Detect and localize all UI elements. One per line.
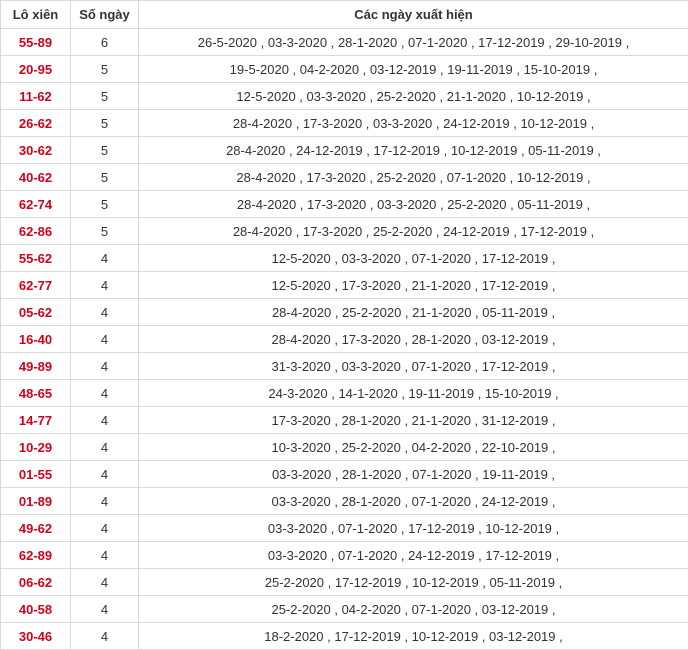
day-count-cell: 4 (71, 623, 139, 650)
table-row: 30-46418-2-2020 , 17-12-2019 , 10-12-201… (1, 623, 688, 650)
day-count-cell: 5 (71, 164, 139, 191)
header-lo-xien: Lô xiên (1, 1, 71, 29)
pair-cell: 48-65 (1, 380, 71, 407)
pair-cell: 40-62 (1, 164, 71, 191)
dates-cell: 03-3-2020 , 07-1-2020 , 17-12-2019 , 10-… (139, 515, 688, 542)
table-row: 01-55403-3-2020 , 28-1-2020 , 07-1-2020 … (1, 461, 688, 488)
dates-cell: 26-5-2020 , 03-3-2020 , 28-1-2020 , 07-1… (139, 29, 688, 56)
day-count-cell: 5 (71, 191, 139, 218)
table-row: 40-62528-4-2020 , 17-3-2020 , 25-2-2020 … (1, 164, 688, 191)
table-body: 55-89626-5-2020 , 03-3-2020 , 28-1-2020 … (1, 29, 688, 650)
pair-cell: 62-86 (1, 218, 71, 245)
pair-cell: 62-77 (1, 272, 71, 299)
pair-cell: 01-89 (1, 488, 71, 515)
pair-cell: 55-62 (1, 245, 71, 272)
dates-cell: 17-3-2020 , 28-1-2020 , 21-1-2020 , 31-1… (139, 407, 688, 434)
pair-cell: 55-89 (1, 29, 71, 56)
pair-cell: 06-62 (1, 569, 71, 596)
table-row: 62-77412-5-2020 , 17-3-2020 , 21-1-2020 … (1, 272, 688, 299)
day-count-cell: 4 (71, 542, 139, 569)
table-row: 10-29410-3-2020 , 25-2-2020 , 04-2-2020 … (1, 434, 688, 461)
pair-cell: 01-55 (1, 461, 71, 488)
table-row: 14-77417-3-2020 , 28-1-2020 , 21-1-2020 … (1, 407, 688, 434)
day-count-cell: 4 (71, 461, 139, 488)
table-row: 01-89403-3-2020 , 28-1-2020 , 07-1-2020 … (1, 488, 688, 515)
day-count-cell: 5 (71, 83, 139, 110)
dates-cell: 19-5-2020 , 04-2-2020 , 03-12-2019 , 19-… (139, 56, 688, 83)
pair-cell: 16-40 (1, 326, 71, 353)
dates-cell: 25-2-2020 , 04-2-2020 , 07-1-2020 , 03-1… (139, 596, 688, 623)
dates-cell: 28-4-2020 , 17-3-2020 , 25-2-2020 , 24-1… (139, 218, 688, 245)
day-count-cell: 5 (71, 137, 139, 164)
day-count-cell: 4 (71, 353, 139, 380)
pair-cell: 10-29 (1, 434, 71, 461)
table-row: 20-95519-5-2020 , 04-2-2020 , 03-12-2019… (1, 56, 688, 83)
dates-cell: 31-3-2020 , 03-3-2020 , 07-1-2020 , 17-1… (139, 353, 688, 380)
dates-cell: 28-4-2020 , 17-3-2020 , 25-2-2020 , 07-1… (139, 164, 688, 191)
dates-cell: 28-4-2020 , 17-3-2020 , 03-3-2020 , 24-1… (139, 110, 688, 137)
day-count-cell: 4 (71, 434, 139, 461)
lo-xien-table: Lô xiên Số ngày Các ngày xuất hiện 55-89… (0, 0, 688, 650)
dates-cell: 10-3-2020 , 25-2-2020 , 04-2-2020 , 22-1… (139, 434, 688, 461)
day-count-cell: 4 (71, 515, 139, 542)
table-row: 48-65424-3-2020 , 14-1-2020 , 19-11-2019… (1, 380, 688, 407)
table-row: 11-62512-5-2020 , 03-3-2020 , 25-2-2020 … (1, 83, 688, 110)
dates-cell: 24-3-2020 , 14-1-2020 , 19-11-2019 , 15-… (139, 380, 688, 407)
dates-cell: 03-3-2020 , 07-1-2020 , 24-12-2019 , 17-… (139, 542, 688, 569)
day-count-cell: 4 (71, 272, 139, 299)
dates-cell: 28-4-2020 , 25-2-2020 , 21-1-2020 , 05-1… (139, 299, 688, 326)
table-row: 55-89626-5-2020 , 03-3-2020 , 28-1-2020 … (1, 29, 688, 56)
header-so-ngay: Số ngày (71, 1, 139, 29)
dates-cell: 25-2-2020 , 17-12-2019 , 10-12-2019 , 05… (139, 569, 688, 596)
day-count-cell: 5 (71, 56, 139, 83)
dates-cell: 28-4-2020 , 17-3-2020 , 28-1-2020 , 03-1… (139, 326, 688, 353)
pair-cell: 49-62 (1, 515, 71, 542)
table-header: Lô xiên Số ngày Các ngày xuất hiện (1, 1, 688, 29)
day-count-cell: 4 (71, 380, 139, 407)
table-row: 40-58425-2-2020 , 04-2-2020 , 07-1-2020 … (1, 596, 688, 623)
pair-cell: 05-62 (1, 299, 71, 326)
day-count-cell: 4 (71, 407, 139, 434)
table-row: 30-62528-4-2020 , 24-12-2019 , 17-12-201… (1, 137, 688, 164)
pair-cell: 26-62 (1, 110, 71, 137)
day-count-cell: 5 (71, 110, 139, 137)
table-row: 62-89403-3-2020 , 07-1-2020 , 24-12-2019… (1, 542, 688, 569)
dates-cell: 12-5-2020 , 03-3-2020 , 25-2-2020 , 21-1… (139, 83, 688, 110)
pair-cell: 62-89 (1, 542, 71, 569)
day-count-cell: 6 (71, 29, 139, 56)
table-row: 06-62425-2-2020 , 17-12-2019 , 10-12-201… (1, 569, 688, 596)
dates-cell: 12-5-2020 , 03-3-2020 , 07-1-2020 , 17-1… (139, 245, 688, 272)
day-count-cell: 4 (71, 326, 139, 353)
day-count-cell: 5 (71, 218, 139, 245)
day-count-cell: 4 (71, 245, 139, 272)
pair-cell: 49-89 (1, 353, 71, 380)
dates-cell: 03-3-2020 , 28-1-2020 , 07-1-2020 , 19-1… (139, 461, 688, 488)
day-count-cell: 4 (71, 299, 139, 326)
table-row: 05-62428-4-2020 , 25-2-2020 , 21-1-2020 … (1, 299, 688, 326)
day-count-cell: 4 (71, 569, 139, 596)
pair-cell: 20-95 (1, 56, 71, 83)
day-count-cell: 4 (71, 596, 139, 623)
dates-cell: 12-5-2020 , 17-3-2020 , 21-1-2020 , 17-1… (139, 272, 688, 299)
table-row: 16-40428-4-2020 , 17-3-2020 , 28-1-2020 … (1, 326, 688, 353)
table-row: 62-86528-4-2020 , 17-3-2020 , 25-2-2020 … (1, 218, 688, 245)
dates-cell: 03-3-2020 , 28-1-2020 , 07-1-2020 , 24-1… (139, 488, 688, 515)
table-row: 49-89431-3-2020 , 03-3-2020 , 07-1-2020 … (1, 353, 688, 380)
pair-cell: 14-77 (1, 407, 71, 434)
table-row: 55-62412-5-2020 , 03-3-2020 , 07-1-2020 … (1, 245, 688, 272)
table-row: 49-62403-3-2020 , 07-1-2020 , 17-12-2019… (1, 515, 688, 542)
header-cac-ngay-xuat-hien: Các ngày xuất hiện (139, 1, 688, 29)
pair-cell: 40-58 (1, 596, 71, 623)
pair-cell: 30-46 (1, 623, 71, 650)
dates-cell: 28-4-2020 , 17-3-2020 , 03-3-2020 , 25-2… (139, 191, 688, 218)
day-count-cell: 4 (71, 488, 139, 515)
pair-cell: 30-62 (1, 137, 71, 164)
dates-cell: 18-2-2020 , 17-12-2019 , 10-12-2019 , 03… (139, 623, 688, 650)
table-row: 62-74528-4-2020 , 17-3-2020 , 03-3-2020 … (1, 191, 688, 218)
dates-cell: 28-4-2020 , 24-12-2019 , 17-12-2019 , 10… (139, 137, 688, 164)
pair-cell: 62-74 (1, 191, 71, 218)
header-row: Lô xiên Số ngày Các ngày xuất hiện (1, 1, 688, 29)
pair-cell: 11-62 (1, 83, 71, 110)
table-row: 26-62528-4-2020 , 17-3-2020 , 03-3-2020 … (1, 110, 688, 137)
